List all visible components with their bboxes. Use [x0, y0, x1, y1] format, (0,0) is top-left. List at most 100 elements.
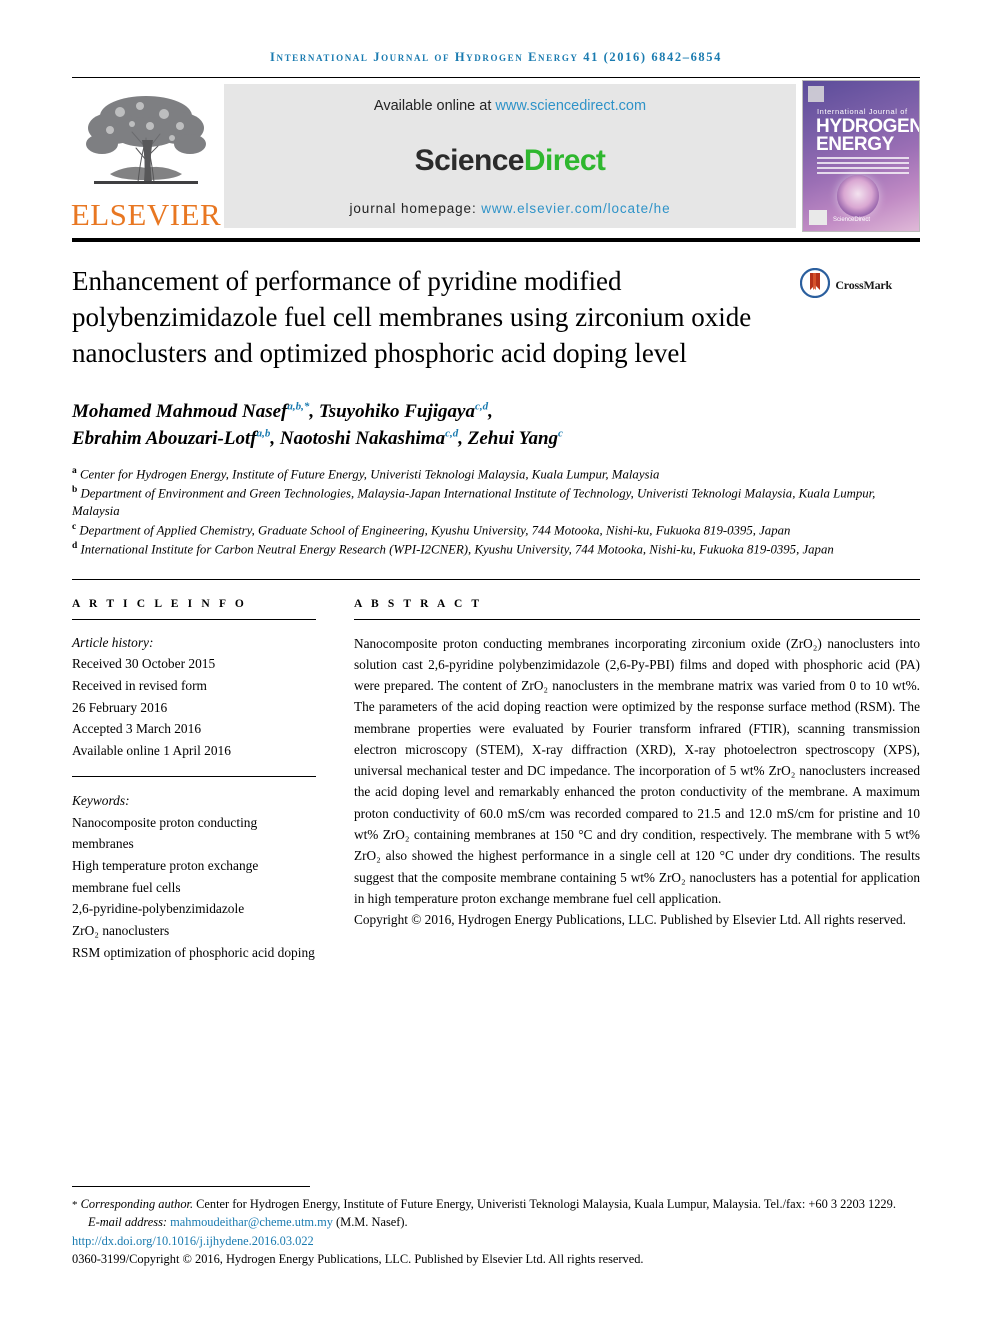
- cover-iahe-logo-icon: [809, 210, 827, 225]
- author-item: Ebrahim Abouzari-Lotfa,b,: [72, 428, 280, 449]
- affiliation-text: Center for Hydrogen Energy, Institute of…: [79, 467, 660, 482]
- history-item: Received in revised form: [72, 678, 207, 694]
- article-history-label: Article history:: [72, 634, 154, 650]
- affiliation-bottom-rule: [72, 578, 920, 580]
- keyword-item: Nanocomposite proton conducting membrane…: [72, 814, 258, 852]
- author-name: Mohamed Mahmoud Nasef: [72, 400, 288, 422]
- author-name: Tsuyohiko Fujigaya: [318, 400, 475, 422]
- affiliation-item: a Center for Hydrogen Energy, Institute …: [72, 465, 920, 484]
- page-title: Enhancement of performance of pyridine m…: [72, 266, 752, 368]
- available-online-prefix: Available online at: [373, 98, 496, 114]
- author-affil-marks[interactable]: c,d: [475, 400, 488, 412]
- abstract-copyright: Copyright © 2016, Hydrogen Energy Public…: [354, 912, 907, 928]
- footer-rule: [72, 1185, 310, 1187]
- keyword-item: ZrO₂ nanoclusters: [72, 923, 170, 939]
- issn-copyright-line: 0360-3199/Copyright © 2016, Hydrogen Ene…: [72, 1252, 644, 1267]
- cover-line-energy: ENERGY: [816, 134, 894, 155]
- crossmark-icon: [800, 267, 831, 303]
- crossmark-badge[interactable]: CrossMark: [772, 264, 892, 372]
- cover-editor-lines: [817, 157, 909, 177]
- sciencedirect-logo[interactable]: ScienceDirect: [415, 144, 606, 178]
- sciencedirect-logo-science: Science: [414, 143, 525, 177]
- affiliation-mark: a: [72, 465, 77, 476]
- info-abstract-columns: A R T I C L E I N F O Article history: R…: [72, 598, 920, 964]
- affiliation-mark: d: [72, 540, 78, 551]
- author-affil-marks[interactable]: c: [558, 428, 563, 440]
- author-item: Naotoshi Nakashimac,d,: [280, 428, 468, 449]
- masthead: ELSEVIER Available online at www.science…: [71, 80, 920, 232]
- corresponding-author-label: Corresponding author.: [80, 1196, 194, 1211]
- cover-line-small: International Journal of: [817, 107, 908, 116]
- article-info-heading: A R T I C L E I N F O: [72, 597, 247, 610]
- elsevier-logo: ELSEVIER: [71, 80, 221, 232]
- keywords-rule: [72, 775, 316, 777]
- available-online-line: Available online at www.sciencedirect.co…: [374, 98, 646, 114]
- affiliation-item: d International Institute for Carbon Neu…: [72, 540, 920, 559]
- sciencedirect-banner: Available online at www.sciencedirect.co…: [224, 84, 796, 228]
- author-list: Mohamed Mahmoud Nasefa,b,*, Tsuyohiko Fu…: [72, 398, 920, 453]
- author-name: Ebrahim Abouzari-Lotf: [72, 428, 257, 450]
- journal-homepage-link[interactable]: www.elsevier.com/locate/he: [481, 201, 670, 216]
- affiliation-text: Department of Applied Chemistry, Graduat…: [79, 523, 791, 538]
- email-label: E-mail address:: [88, 1215, 171, 1230]
- affiliation-mark: c: [72, 521, 77, 532]
- elsevier-tree-icon: [80, 86, 212, 198]
- header-rule: [72, 77, 920, 78]
- author-item: Mohamed Mahmoud Nasefa,b,*,: [72, 400, 319, 422]
- cover-publisher-mark-icon: [808, 86, 824, 102]
- journal-cover-thumbnail: International Journal of HYDROGEN ENERGY…: [802, 80, 920, 232]
- abstract-rule: [354, 618, 920, 620]
- keyword-item: 2,6-pyridine-polybenzimidazole: [72, 901, 245, 917]
- author-name: Naotoshi Nakashima: [279, 428, 446, 450]
- cover-orb-graphic-icon: [837, 175, 879, 217]
- author-sep: ,: [270, 428, 280, 450]
- author-name: Zehui Yang: [467, 428, 559, 450]
- journal-homepage-line: journal homepage: www.elsevier.com/locat…: [349, 201, 670, 216]
- author-affil-marks[interactable]: c,d: [445, 428, 458, 440]
- author-sep: ,: [309, 400, 319, 422]
- crossmark-label: CrossMark: [835, 278, 892, 292]
- keyword-item: High temperature proton exchange membran…: [72, 857, 259, 895]
- abstract-text: Nanocomposite proton conducting membrane…: [354, 635, 920, 906]
- cover-sciencedirect-brand: ScienceDirect: [833, 217, 871, 223]
- doi-link[interactable]: http://dx.doi.org/10.1016/j.ijhydene.201…: [72, 1232, 920, 1251]
- affiliation-text: Department of Environment and Green Tech…: [72, 485, 876, 519]
- affiliation-item: b Department of Environment and Green Te…: [72, 484, 920, 521]
- author-item: Zehui Yangc: [468, 428, 563, 449]
- journal-homepage-prefix: journal homepage:: [349, 201, 482, 216]
- history-item: Accepted 3 March 2016: [72, 721, 202, 737]
- author-affil-marks[interactable]: a,b,*: [287, 400, 309, 412]
- history-item: 26 February 2016: [72, 699, 168, 715]
- abstract-heading: A B S T R A C T: [354, 597, 483, 610]
- author-item: Tsuyohiko Fujigayac,d,: [318, 400, 493, 422]
- author-sep: ,: [488, 400, 493, 422]
- corresponding-author-address: Center for Hydrogen Energy, Institute of…: [193, 1196, 896, 1211]
- keyword-item: RSM optimization of phosphoric acid dopi…: [72, 944, 315, 960]
- email-owner: (M.M. Nasef).: [332, 1215, 408, 1230]
- affiliation-list: a Center for Hydrogen Energy, Institute …: [72, 465, 920, 559]
- sciencedirect-logo-direct: Direct: [523, 143, 606, 177]
- masthead-bottom-rule: [72, 238, 920, 242]
- author-affil-marks[interactable]: a,b: [257, 428, 271, 440]
- keywords-label: Keywords:: [72, 792, 130, 808]
- affiliation-text: International Institute for Carbon Neutr…: [80, 542, 834, 557]
- corresponding-author-line: * Corresponding author. Center for Hydro…: [72, 1195, 920, 1214]
- author-sep: ,: [458, 428, 468, 450]
- sciencedirect-link[interactable]: www.sciencedirect.com: [495, 98, 646, 114]
- article-info-column: A R T I C L E I N F O Article history: R…: [72, 598, 316, 964]
- page-footer: * Corresponding author. Center for Hydro…: [72, 1185, 920, 1269]
- email-link[interactable]: mahmoudeithar@cheme.utm.my: [170, 1215, 333, 1229]
- article-history: Article history: Received 30 October 201…: [72, 632, 316, 762]
- title-row: Enhancement of performance of pyridine m…: [72, 264, 920, 372]
- history-item: Available online 1 April 2016: [72, 743, 231, 759]
- corresponding-author-star: *: [72, 1198, 78, 1211]
- email-line: E-mail address: mahmoudeithar@cheme.utm.…: [72, 1213, 920, 1232]
- keywords-block: Keywords: Nanocomposite proton conductin…: [72, 790, 316, 964]
- running-head: International Journal of Hydrogen Energy…: [270, 50, 722, 64]
- affiliation-item: c Department of Applied Chemistry, Gradu…: [72, 521, 920, 540]
- affiliation-mark: b: [72, 484, 78, 495]
- article-info-rule: [72, 618, 316, 620]
- article-first-page: International Journal of Hydrogen Energy…: [0, 0, 992, 1323]
- history-item: Received 30 October 2015: [72, 656, 216, 672]
- abstract-column: A B S T R A C T Nanocomposite proton con…: [354, 598, 920, 964]
